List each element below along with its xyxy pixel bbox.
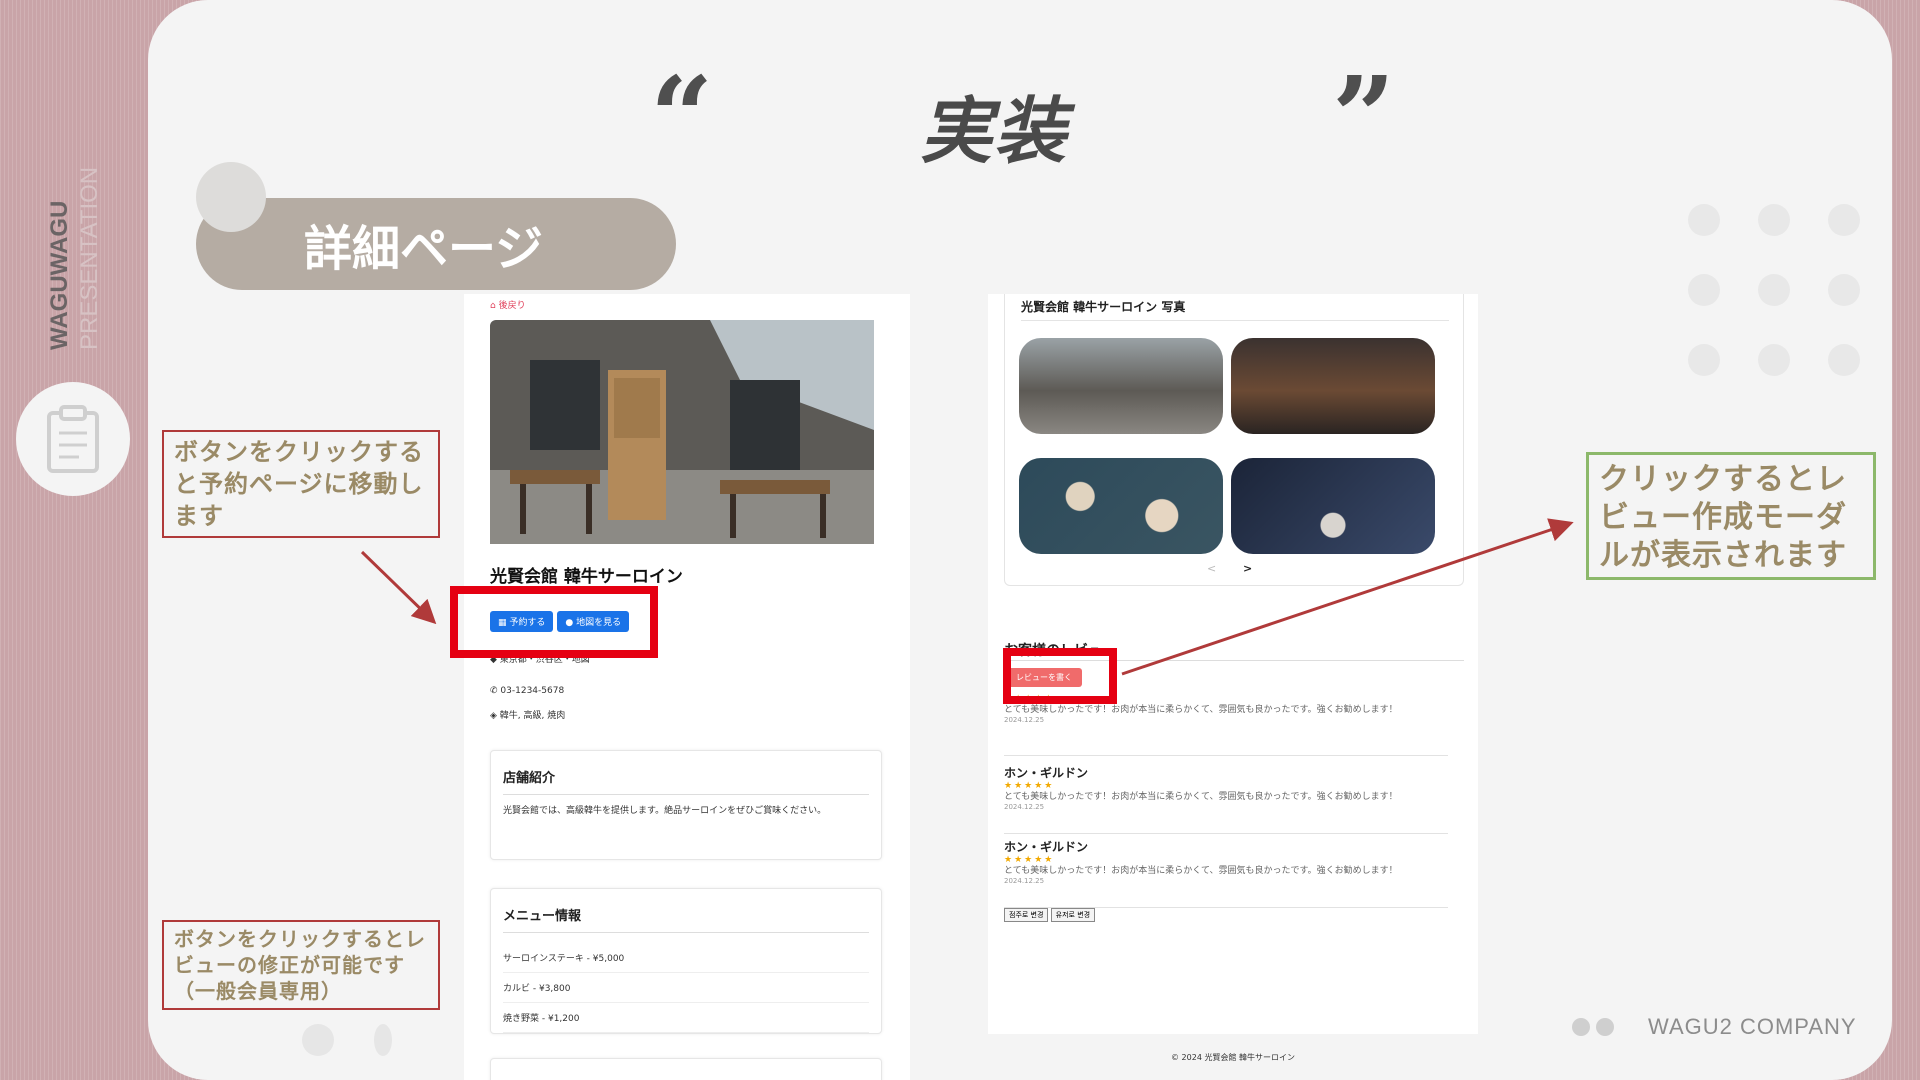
review-body: とても美味しかったです！お肉が本当に柔らかくて、雰囲気も良かったです。強くお勧め…	[1004, 866, 1398, 876]
menu-heading: メニュー情報	[503, 905, 869, 933]
gallery-photo[interactable]	[1019, 338, 1223, 434]
carousel-next-button[interactable]: >	[1243, 562, 1252, 575]
review-edit-note: ボタンをクリックするとレビューの修正が可能です（一般会員専用）	[162, 920, 440, 1010]
phone-row: ✆ 03-1234-5678	[490, 686, 564, 696]
review-body: とても美味しかったです！お肉が本当に柔らかくて、雰囲気も良かったです。強くお勧め…	[1004, 705, 1398, 715]
review-body: とても美味しかったです！お肉が本当に柔らかくて、雰囲気も良かったです。強くお勧め…	[1004, 792, 1398, 802]
deco-dot	[1758, 204, 1790, 236]
menu-item: サーロインステーキ - ¥5,000	[503, 943, 869, 973]
close-quote-icon: ”	[1332, 52, 1396, 181]
menu-section: メニュー情報 サーロインステーキ - ¥5,000 カルビ - ¥3,800 焼…	[490, 888, 882, 1034]
tag-icon: ◈	[490, 711, 497, 721]
intro-text: 光賢会館では、高級韓牛を提供します。絶品サーロインをぜひご賞味ください。	[503, 806, 827, 816]
back-link-label: 後戻り	[498, 301, 526, 311]
gallery-card: 光賢会館 韓牛サーロイン 写真 < >	[1004, 294, 1464, 586]
review-modal-note: クリックするとレビュー作成モーダルが表示されます	[1586, 452, 1876, 580]
review-item: ホン・ギルドン ★★★★★ とても美味しかったです！お肉が本当に柔らかくて、雰囲…	[1004, 764, 1448, 834]
deco-dot	[1758, 344, 1790, 376]
review-author: ホン・ギルドン	[1004, 766, 1089, 780]
review-stars: ★★★★★	[1004, 855, 1055, 865]
pill-decoration	[196, 162, 266, 232]
deco-dot	[302, 1024, 334, 1056]
phone-text: 03-1234-5678	[500, 686, 565, 696]
deco-dot	[1828, 204, 1860, 236]
detail-page-screenshot: ⌂ 後戻り 光賢会館 韓牛サーロイン ▦ 予約する ● 地図を見る ◆ 東京都・…	[464, 294, 910, 1080]
user-role-button[interactable]: 유저로 변경	[1050, 908, 1096, 922]
restaurant-name: 光賢会館 韓牛サーロイン	[490, 567, 683, 587]
deco-dot	[1828, 344, 1860, 376]
reserve-note: ボタンをクリックすると予約ページに移動します	[162, 430, 440, 538]
gallery-divider	[1021, 320, 1449, 321]
write-review-highlight-box	[1003, 648, 1117, 704]
brand-line-2: PRESENTATION	[76, 166, 103, 350]
next-section	[490, 1058, 882, 1080]
section-pill-label: 詳細ページ	[304, 221, 544, 277]
deco-dot	[1758, 274, 1790, 306]
review-date: 2024.12.25	[1004, 877, 1045, 885]
intro-heading: 店舗紹介	[503, 767, 869, 795]
slide-title: 実装	[920, 89, 1069, 173]
review-date: 2024.12.25	[1004, 716, 1045, 724]
gallery-photo[interactable]	[1231, 338, 1435, 434]
company-dot	[1596, 1018, 1614, 1036]
home-icon: ⌂	[490, 301, 496, 311]
review-stars: ★★★★★	[1004, 781, 1055, 791]
review-item: ホン・ギルドン ★★★★★ とても美味しかったです！お肉が本当に柔らかくて、雰囲…	[1004, 838, 1448, 908]
gallery-photo[interactable]	[1231, 458, 1435, 554]
company-dot	[1572, 1018, 1590, 1036]
open-quote-icon: “	[650, 52, 714, 181]
menu-item: カルビ - ¥3,800	[503, 973, 869, 1003]
phone-icon: ✆	[490, 686, 498, 696]
reserve-highlight-box	[450, 586, 658, 658]
menu-item: 焼き野菜 - ¥1,200	[503, 1003, 869, 1033]
deco-dot	[1828, 274, 1860, 306]
intro-section: 店舗紹介 光賢会館では、高級韓牛を提供します。絶品サーロインをぜひご賞味ください…	[490, 750, 882, 860]
carousel-prev-button[interactable]: <	[1207, 562, 1216, 575]
gallery-title: 光賢会館 韓牛サーロイン 写真	[1021, 300, 1186, 314]
tags-row: ◈ 韓牛, 高級, 焼肉	[490, 708, 565, 721]
company-name: WAGU2 COMPANY	[1648, 1014, 1857, 1039]
deco-dot	[1688, 274, 1720, 306]
role-buttons: 점주로 변경 유저로 변경	[1004, 908, 1096, 922]
review-date: 2024.12.25	[1004, 803, 1045, 811]
tags-text: 韓牛, 高級, 焼肉	[499, 711, 566, 721]
brand-line-1: WAGUWAGU	[46, 200, 73, 350]
gallery-photo[interactable]	[1019, 458, 1223, 554]
deco-dot	[374, 1024, 392, 1056]
section-pill: 詳細ページ	[196, 198, 676, 290]
deco-dot	[1688, 204, 1720, 236]
sidebar-brand: WAGUWAGU PRESENTATION	[40, 160, 120, 360]
page-footer: © 2024 光賢会館 韓牛サーロイン	[988, 1034, 1478, 1080]
review-author: ホン・ギルドン	[1004, 840, 1089, 854]
clipboard-icon	[47, 405, 99, 473]
deco-dot	[1688, 344, 1720, 376]
sidebar-icon-circle	[16, 382, 130, 496]
restaurant-photo	[490, 320, 874, 544]
owner-role-button[interactable]: 점주로 변경	[1004, 908, 1049, 922]
back-link[interactable]: ⌂ 後戻り	[490, 298, 526, 311]
